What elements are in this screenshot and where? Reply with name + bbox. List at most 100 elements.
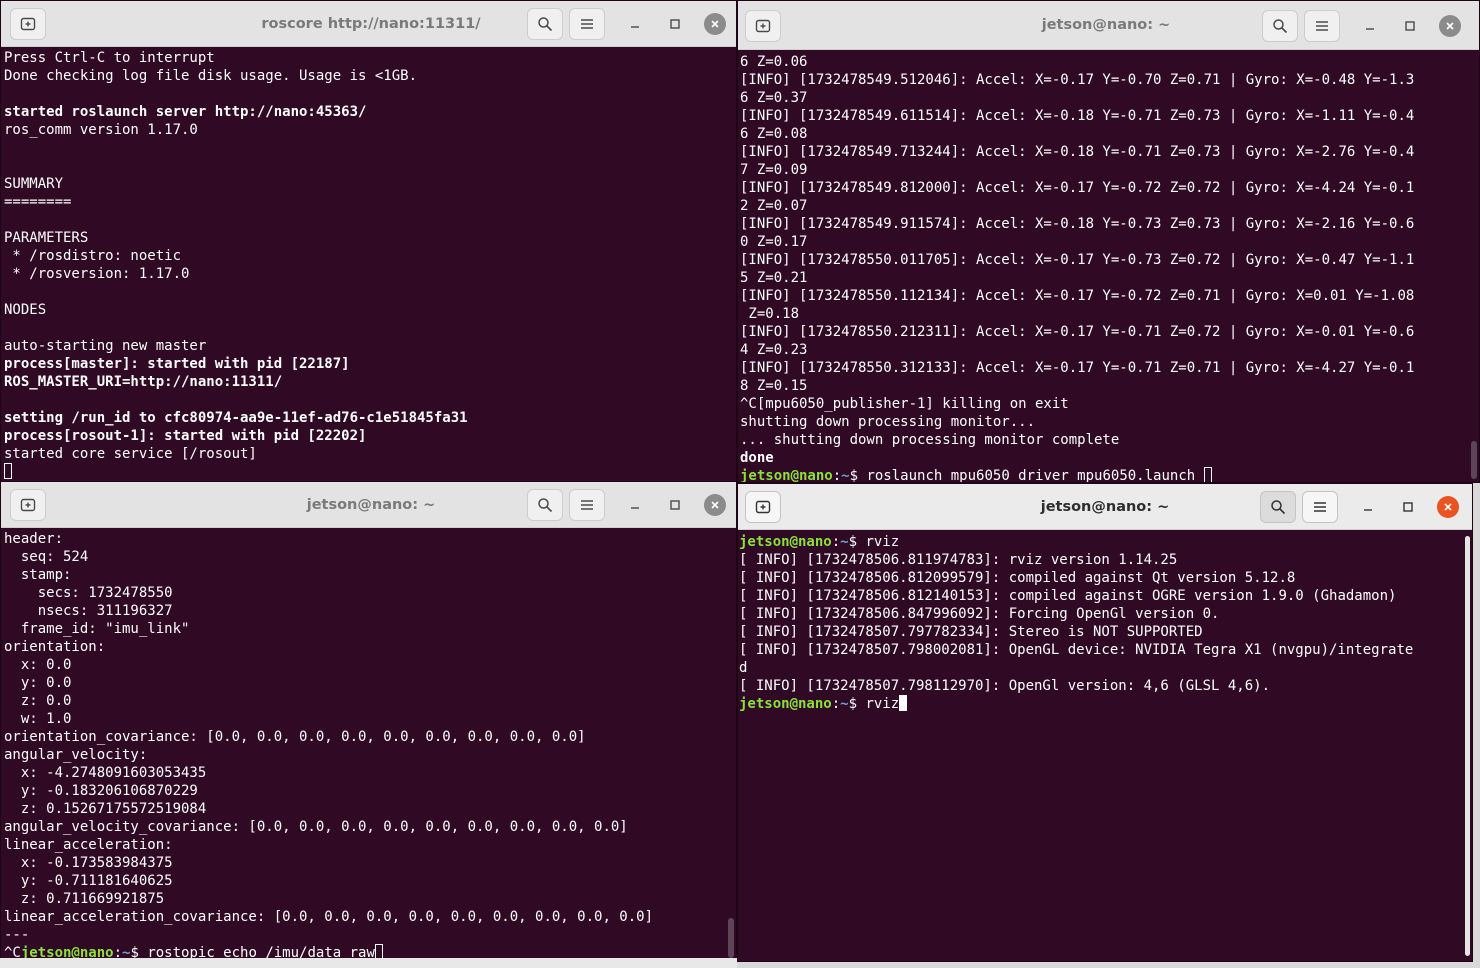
output-line: process[rosout-1]: started with pid [222…	[4, 428, 367, 444]
output-line: process[master]: started with pid [22187…	[4, 356, 350, 372]
output-line: Z=0.18	[740, 306, 800, 322]
output-line: ---	[4, 927, 30, 943]
maximize-button[interactable]	[664, 13, 686, 35]
search-button[interactable]	[1260, 491, 1296, 523]
output-line: stamp:	[4, 567, 72, 583]
menu-button[interactable]	[569, 8, 605, 40]
output-line: [INFO] [1732478550.112134]: Accel: X=-0.…	[740, 288, 1415, 304]
hamburger-menu-icon	[1316, 21, 1328, 31]
search-button[interactable]	[527, 489, 563, 521]
output-line: started roslaunch server http://nano:453…	[4, 104, 367, 120]
output-line: [INFO] [1732478550.011705]: Accel: X=-0.…	[740, 252, 1415, 268]
output-line: setting /run_id to cfc80974-aa9e-11ef-ad…	[4, 410, 468, 426]
maximize-button[interactable]	[1399, 15, 1421, 37]
close-icon	[1446, 22, 1454, 30]
maximize-button[interactable]	[664, 494, 686, 516]
output-line: angular_velocity:	[4, 747, 148, 763]
output-line: z: 0.0	[4, 693, 72, 709]
title-bar[interactable]: jetson@nano: ~	[738, 484, 1472, 530]
new-tab-icon	[755, 500, 771, 514]
close-button[interactable]	[704, 494, 726, 516]
output-line: auto-starting new master	[4, 338, 207, 354]
close-icon	[711, 20, 719, 28]
hamburger-menu-icon	[1314, 502, 1326, 512]
prompt-colon: :	[831, 696, 841, 712]
scrollbar[interactable]	[1465, 536, 1470, 956]
prompt-colon: :	[832, 468, 842, 482]
output-line: frame_id: "imu_link"	[4, 621, 190, 637]
prompt-command[interactable]: rviz	[865, 534, 899, 550]
scrollbar[interactable]	[728, 918, 734, 958]
title-bar[interactable]: jetson@nano: ~	[738, 1, 1479, 50]
menu-button[interactable]	[1304, 10, 1340, 42]
prompt-command[interactable]: rviz	[865, 696, 899, 712]
output-line: ... shutting down processing monitor com…	[740, 432, 1120, 448]
minimize-button[interactable]	[1359, 15, 1381, 37]
window-title: jetson@nano: ~	[1041, 17, 1171, 33]
title-bar[interactable]: jetson@nano: ~	[1, 482, 736, 528]
new-tab-button[interactable]	[745, 491, 781, 523]
title-bar[interactable]: roscore http://nano:11311/	[1, 1, 736, 47]
output-line: 6 Z=0.06	[740, 54, 808, 70]
output-line: [INFO] [1732478550.212311]: Accel: X=-0.…	[740, 324, 1415, 340]
output-line: secs: 1732478550	[4, 585, 173, 601]
output-line: y: -0.183206106870229	[4, 783, 198, 799]
output-line: ========	[4, 194, 72, 210]
window-title: roscore http://nano:11311/	[261, 16, 481, 32]
search-icon	[1271, 500, 1286, 515]
output-line: NODES	[4, 302, 47, 318]
output-line: [ INFO] [1732478507.798112970]: OpenGl v…	[739, 678, 1271, 694]
output-line: [ INFO] [1732478506.847996092]: Forcing …	[739, 606, 1220, 622]
search-button[interactable]	[1262, 10, 1298, 42]
close-button[interactable]	[704, 13, 726, 35]
new-tab-button[interactable]	[10, 8, 46, 40]
menu-button[interactable]	[569, 489, 605, 521]
output-line: 8 Z=0.15	[740, 378, 808, 394]
text-cursor	[899, 695, 908, 711]
maximize-button[interactable]	[1397, 496, 1419, 518]
mpu6050-launch-terminal-window[interactable]: jetson@nano: ~ 6 Z=0.06 [INFO] [173247854…	[737, 0, 1480, 483]
rostopic-echo-terminal-window[interactable]: jetson@nano: ~ header: seq: 524 stamp: s…	[0, 481, 737, 962]
output-line: w: 1.0	[4, 711, 72, 727]
maximize-icon	[670, 500, 680, 510]
output-line: [INFO] [1732478550.312133]: Accel: X=-0.…	[740, 360, 1415, 376]
output-line: 2 Z=0.07	[740, 198, 808, 214]
new-tab-button[interactable]	[745, 10, 781, 42]
terminal-output[interactable]: header: seq: 524 stamp: secs: 1732478550…	[1, 530, 736, 961]
close-button[interactable]	[1437, 496, 1459, 518]
prompt-command[interactable]: roslaunch mpu6050_driver mpu6050.launch	[866, 468, 1203, 482]
text-cursor	[4, 463, 12, 479]
new-tab-button[interactable]	[10, 489, 46, 521]
output-line: z: 0.15267175572519084	[4, 801, 207, 817]
minimize-button[interactable]	[624, 494, 646, 516]
output-line: ^C[mpu6050_publisher-1] killing on exit	[740, 396, 1069, 412]
output-line: 6 Z=0.37	[740, 90, 808, 106]
maximize-icon	[1403, 502, 1413, 512]
output-line: 6 Z=0.08	[740, 126, 808, 142]
output-line: 0 Z=0.17	[740, 234, 808, 250]
minimize-button[interactable]	[624, 13, 646, 35]
output-line: [ INFO] [1732478506.811974783]: rviz ver…	[739, 552, 1178, 568]
terminal-output[interactable]: Press Ctrl-C to interrupt Done checking l…	[1, 49, 736, 482]
output-line: orientation_covariance: [0.0, 0.0, 0.0, …	[4, 729, 586, 745]
roscore-terminal-window[interactable]: roscore http://nano:11311/ Press Ctrl-C …	[0, 0, 737, 483]
terminal-output[interactable]: jetson@nano:~$ rviz[ INFO] [1732478506.8…	[738, 533, 1472, 961]
scrollbar[interactable]	[1471, 441, 1477, 479]
output-line: x: 0.0	[4, 657, 72, 673]
close-button[interactable]	[1439, 15, 1461, 37]
menu-button[interactable]	[1302, 491, 1338, 523]
output-line: orientation:	[4, 639, 106, 655]
minimize-button[interactable]	[1357, 496, 1379, 518]
terminal-output[interactable]: 6 Z=0.06 [INFO] [1732478549.512046]: Acce…	[738, 53, 1479, 482]
output-line: [ INFO] [1732478507.798002081]: OpenGL d…	[739, 642, 1414, 658]
search-icon	[538, 498, 553, 513]
prompt-colon: :	[831, 534, 841, 550]
output-line: y: -0.711181640625	[4, 873, 173, 889]
output-line: * /rosdistro: noetic	[4, 248, 182, 264]
rviz-terminal-window[interactable]: jetson@nano: ~ jetson@nano:~$ rviz[ INFO…	[737, 483, 1473, 962]
search-button[interactable]	[527, 8, 563, 40]
